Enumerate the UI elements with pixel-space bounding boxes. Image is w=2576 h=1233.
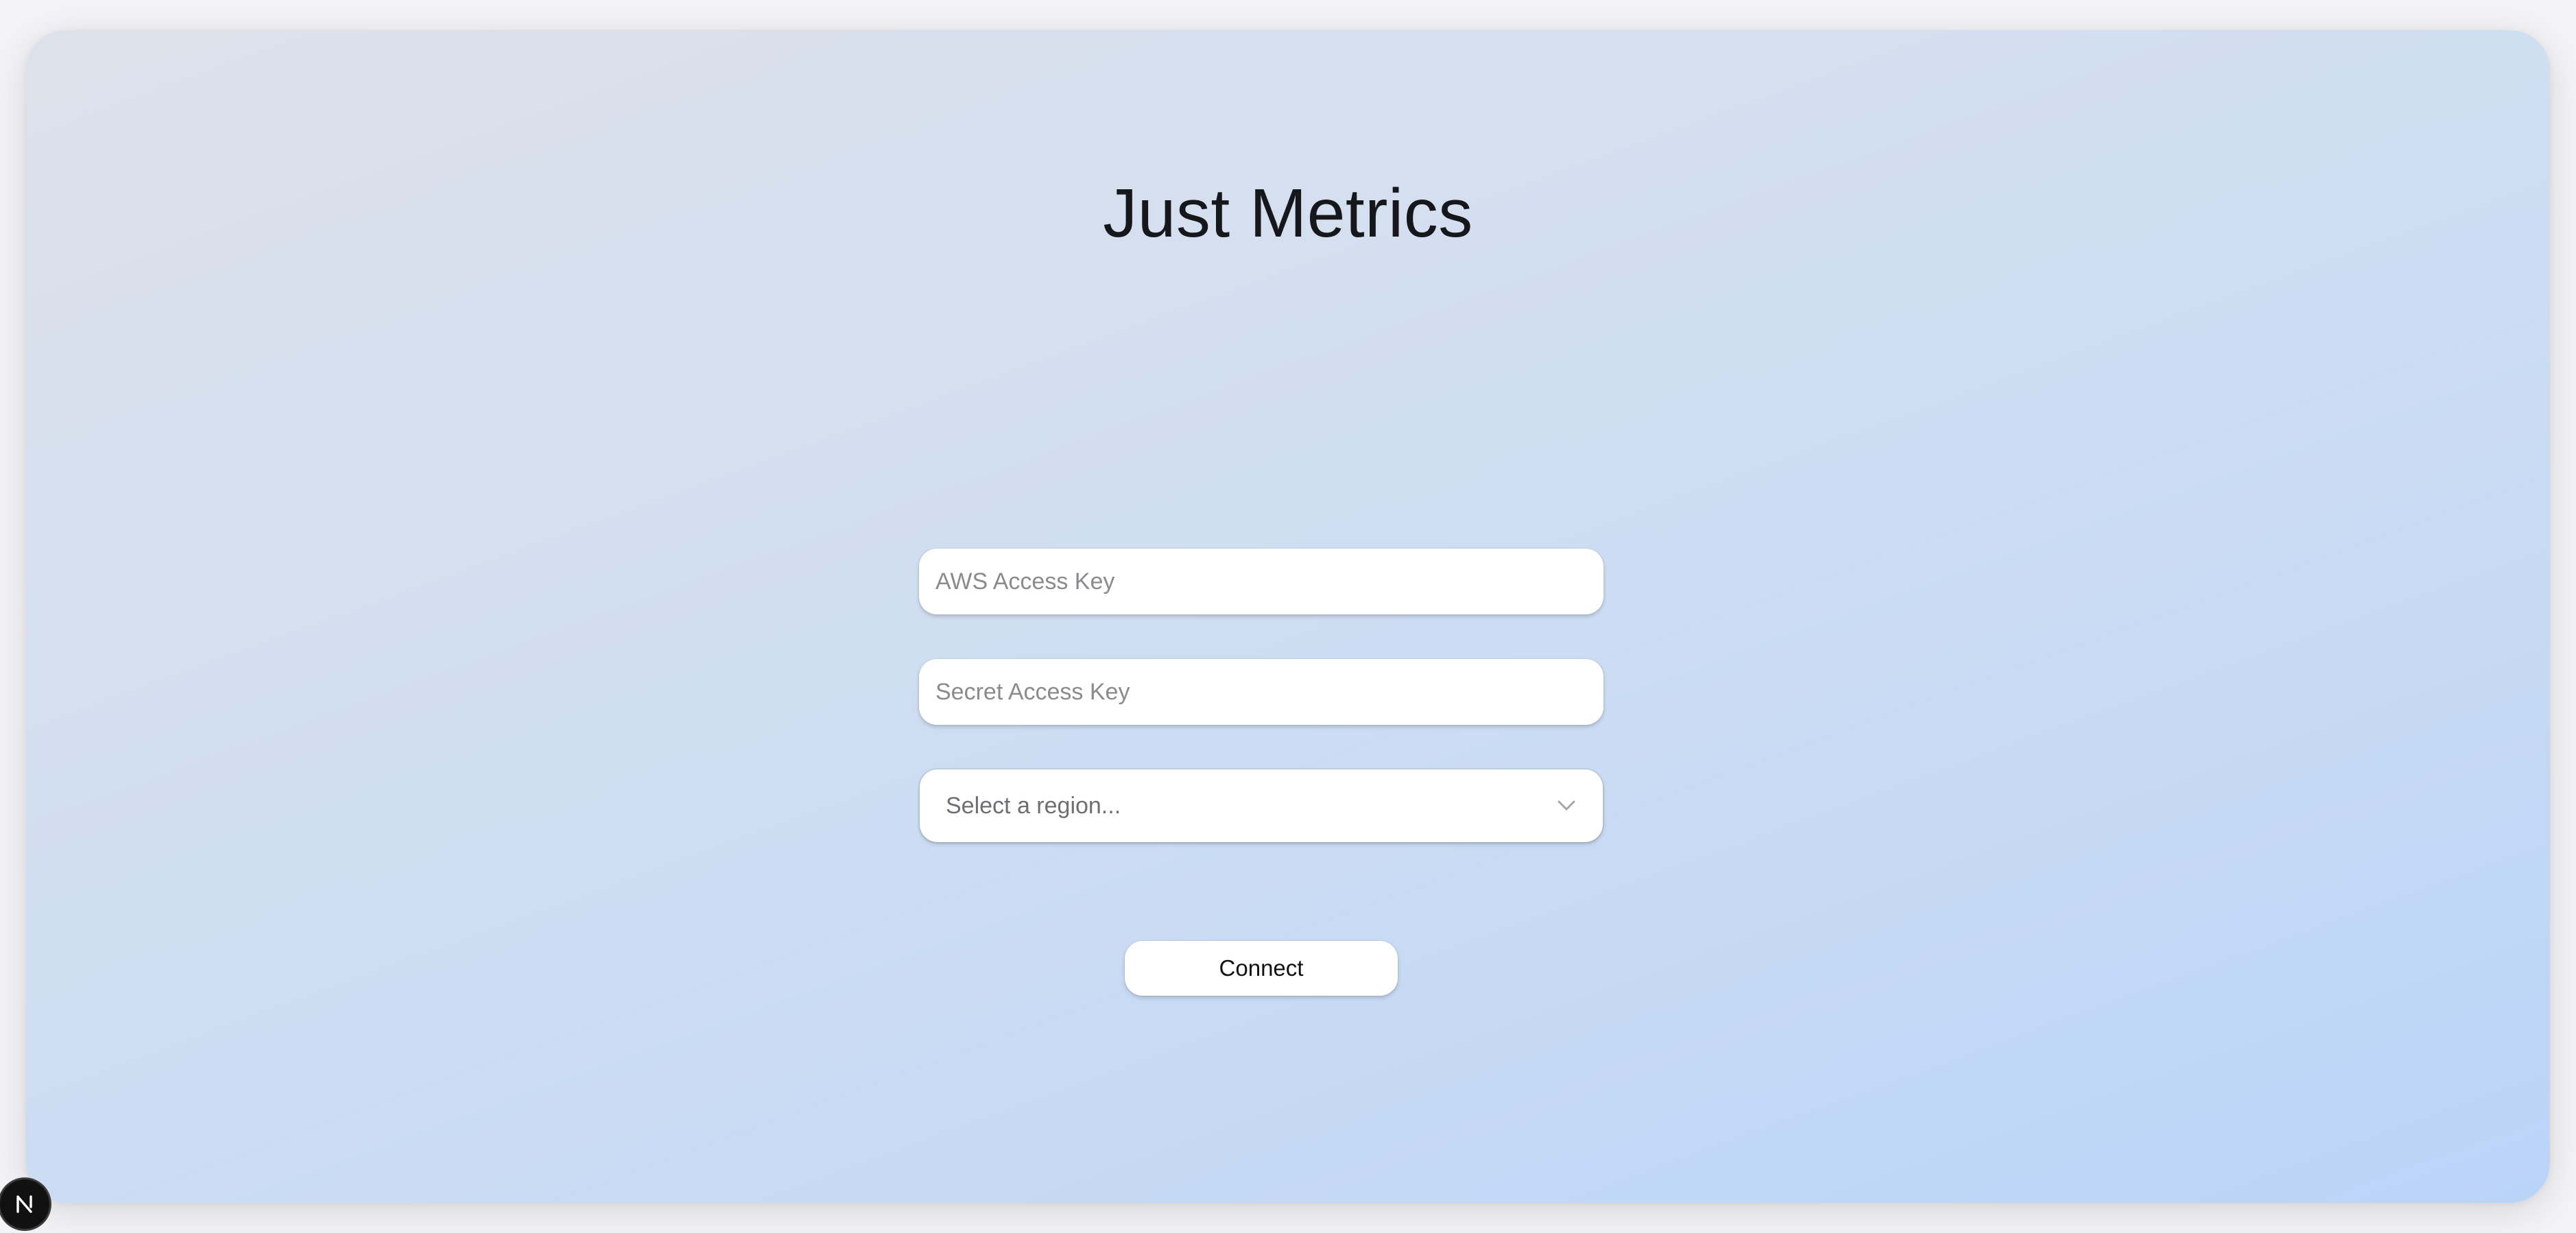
connect-button[interactable]: Connect bbox=[1125, 941, 1398, 996]
region-select-value: Select a region... bbox=[946, 792, 1121, 819]
chevron-down-icon bbox=[1556, 795, 1577, 816]
aws-access-key-input[interactable] bbox=[919, 549, 1603, 614]
nextjs-dev-badge[interactable] bbox=[0, 1180, 49, 1229]
app-title: Just Metrics bbox=[1103, 175, 1473, 252]
main-card: Just Metrics bbox=[26, 30, 2550, 1203]
secret-access-key-input[interactable] bbox=[919, 659, 1603, 725]
nextjs-logo-icon bbox=[16, 1195, 32, 1213]
page: Just Metrics Select a region... Connect bbox=[0, 0, 2576, 1233]
region-select[interactable]: Select a region... bbox=[920, 769, 1603, 842]
